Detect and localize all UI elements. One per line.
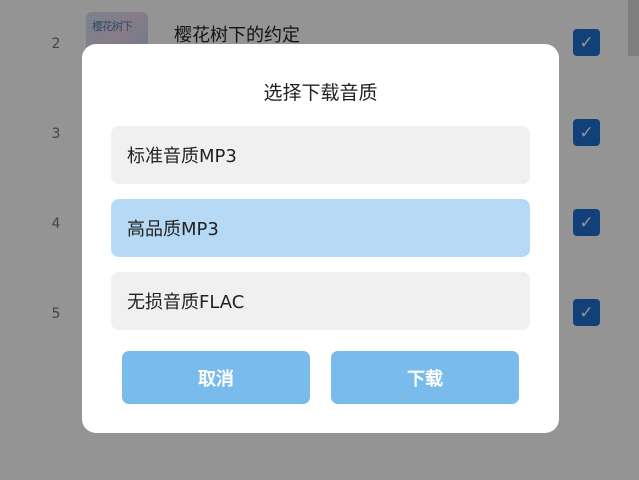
option-lossless-flac[interactable]: 无损音质FLAC — [111, 272, 530, 330]
option-label: 高品质MP3 — [127, 219, 219, 240]
option-high-quality-mp3[interactable]: 高品质MP3 — [111, 199, 530, 257]
cancel-button-label: 取消 — [198, 368, 234, 390]
dialog-title: 选择下载音质 — [263, 82, 378, 104]
download-button-label: 下载 — [407, 368, 443, 390]
option-label: 标准音质MP3 — [127, 146, 237, 167]
download-button[interactable]: 下载 — [331, 351, 519, 404]
option-label: 无损音质FLAC — [127, 292, 245, 313]
download-quality-dialog: 选择下载音质 标准音质MP3 高品质MP3 无损音质FLAC 取消 下载 — [82, 44, 559, 433]
option-standard-mp3[interactable]: 标准音质MP3 — [111, 126, 530, 184]
cancel-button[interactable]: 取消 — [122, 351, 310, 404]
